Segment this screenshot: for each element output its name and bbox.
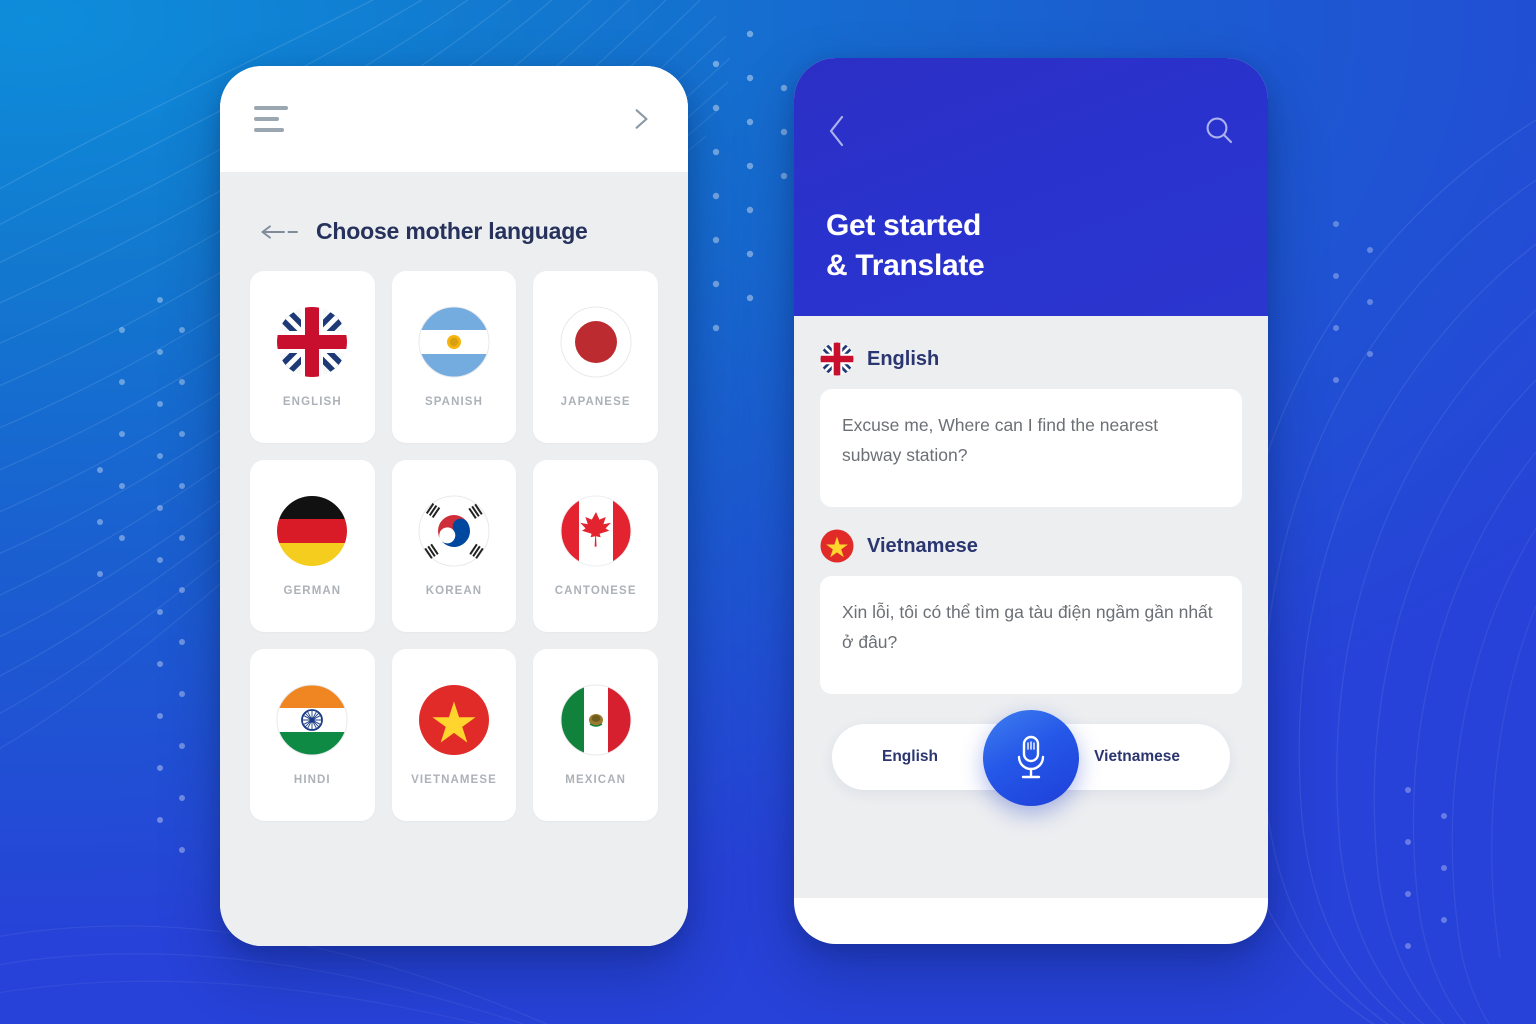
flag-uk-icon	[820, 342, 854, 376]
hamburger-line	[254, 106, 288, 110]
language-card-hindi[interactable]: HINDI	[250, 649, 375, 821]
hero-title: Get started & Translate	[826, 206, 985, 286]
language-card-vietnamese[interactable]: VIETNAMESE	[391, 649, 517, 821]
language-card-korean[interactable]: KOREAN	[391, 460, 517, 632]
flag-germany-icon	[276, 495, 348, 567]
chevron-right-icon[interactable]	[628, 106, 654, 132]
language-card-german[interactable]: GERMAN	[250, 460, 375, 632]
target-language-label: Vietnamese	[867, 534, 978, 557]
hamburger-line	[254, 117, 279, 121]
dot-pattern-right	[1333, 221, 1447, 949]
language-card-english[interactable]: ENGLISH	[250, 271, 375, 443]
hamburger-line	[254, 128, 284, 132]
hero-title-line1: Get started	[826, 209, 982, 243]
language-card-cantonese[interactable]: CANTONESE	[533, 460, 658, 632]
source-language-header[interactable]: English	[820, 342, 1242, 376]
microphone-button[interactable]	[983, 710, 1079, 806]
flag-mexico-icon	[560, 684, 632, 756]
language-label: SPANISH	[425, 396, 483, 408]
switcher-left-language[interactable]: English	[882, 748, 938, 766]
language-card-japanese[interactable]: JAPANESE	[533, 271, 658, 443]
flag-south-korea-icon	[418, 495, 490, 567]
language-card-mexican[interactable]: MEXICAN	[533, 649, 658, 821]
dashed-back-arrow-icon[interactable]	[260, 224, 300, 240]
language-switcher: English Vietnamese	[820, 710, 1242, 806]
translate-content: English Excuse me, Where can I find the …	[794, 316, 1268, 898]
language-label: VIETNAMESE	[411, 774, 497, 786]
hero-title-line2: & Translate	[826, 249, 985, 283]
target-text-field[interactable]: Xin lỗi, tôi có thể tìm ga tàu điện ngầm…	[820, 576, 1242, 694]
flag-japan-icon	[560, 306, 632, 378]
hero-toolbar	[826, 58, 1236, 148]
flag-canada-icon	[560, 495, 632, 567]
flag-argentina-icon	[418, 306, 490, 378]
source-text-field[interactable]: Excuse me, Where can I find the nearest …	[820, 389, 1242, 507]
language-card-spanish[interactable]: SPANISH	[391, 271, 517, 443]
switcher-right-language[interactable]: Vietnamese	[1094, 748, 1180, 766]
hamburger-menu-icon[interactable]	[254, 106, 288, 132]
flag-india-icon	[276, 684, 348, 756]
language-label: GERMAN	[283, 585, 342, 597]
flag-vietnam-icon	[820, 529, 854, 563]
screen-header: Choose mother language	[242, 172, 666, 271]
language-label: MEXICAN	[565, 774, 627, 786]
language-grid: ENGLISH SPANISH JAPANESE GERMAN KOREAN C…	[242, 271, 666, 821]
chevron-left-icon[interactable]	[826, 114, 848, 148]
phone-left-language-picker: Choose mother language ENGLISH SPANISH J…	[220, 66, 688, 946]
language-label: ENGLISH	[282, 396, 342, 408]
language-label: KOREAN	[425, 585, 483, 597]
target-language-header[interactable]: Vietnamese	[820, 529, 1242, 563]
left-phone-topbar	[220, 66, 688, 172]
language-label: HINDI	[293, 774, 331, 786]
microphone-icon	[1017, 735, 1045, 779]
left-phone-content: Choose mother language ENGLISH SPANISH J…	[220, 172, 688, 946]
dot-pattern-center	[712, 30, 788, 332]
page-title: Choose mother language	[316, 218, 588, 244]
flag-uk-icon	[276, 306, 348, 378]
hero-header: Get started & Translate	[794, 58, 1268, 316]
search-icon[interactable]	[1202, 114, 1236, 148]
phone-right-translate: Get started & Translate English Excuse m…	[794, 58, 1268, 944]
language-label: JAPANESE	[560, 396, 631, 408]
source-language-label: English	[867, 347, 940, 370]
language-label: CANTONESE	[554, 585, 637, 597]
flag-vietnam-icon	[418, 684, 490, 756]
